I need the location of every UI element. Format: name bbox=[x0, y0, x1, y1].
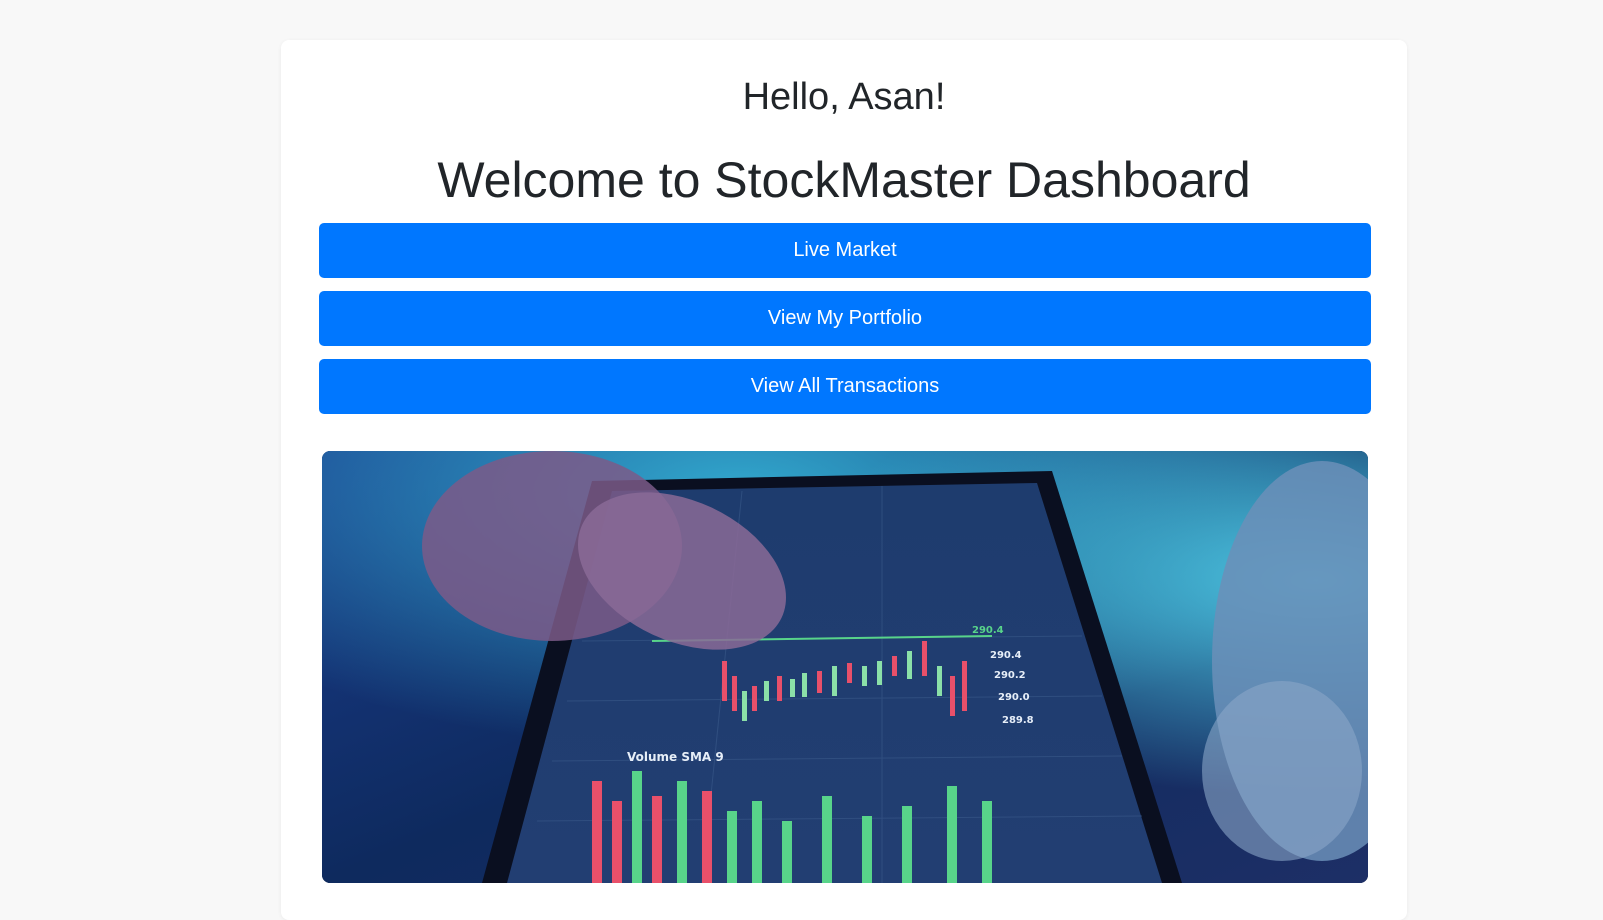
live-market-button[interactable]: Live Market bbox=[319, 223, 1371, 278]
stock-phone-illustration: 290.4 290.4 290.2 290.0 289.8 Volume SMA… bbox=[322, 451, 1368, 883]
price-label: 290.0 bbox=[998, 692, 1030, 703]
svg-text:290.4: 290.4 bbox=[972, 625, 1004, 636]
price-label: 290.2 bbox=[994, 670, 1026, 681]
view-portfolio-button[interactable]: View My Portfolio bbox=[319, 291, 1371, 346]
dashboard-card: Hello, Asan! Welcome to StockMaster Dash… bbox=[281, 40, 1407, 920]
view-transactions-button[interactable]: View All Transactions bbox=[319, 359, 1371, 414]
volume-label: Volume SMA 9 bbox=[627, 750, 724, 764]
hero-image: 290.4 290.4 290.2 290.0 289.8 Volume SMA… bbox=[322, 451, 1368, 883]
price-label: 290.4 bbox=[990, 650, 1022, 661]
page-title: Welcome to StockMaster Dashboard bbox=[437, 152, 1251, 208]
price-label: 289.8 bbox=[1002, 715, 1034, 726]
greeting-heading: Hello, Asan! bbox=[742, 76, 946, 118]
